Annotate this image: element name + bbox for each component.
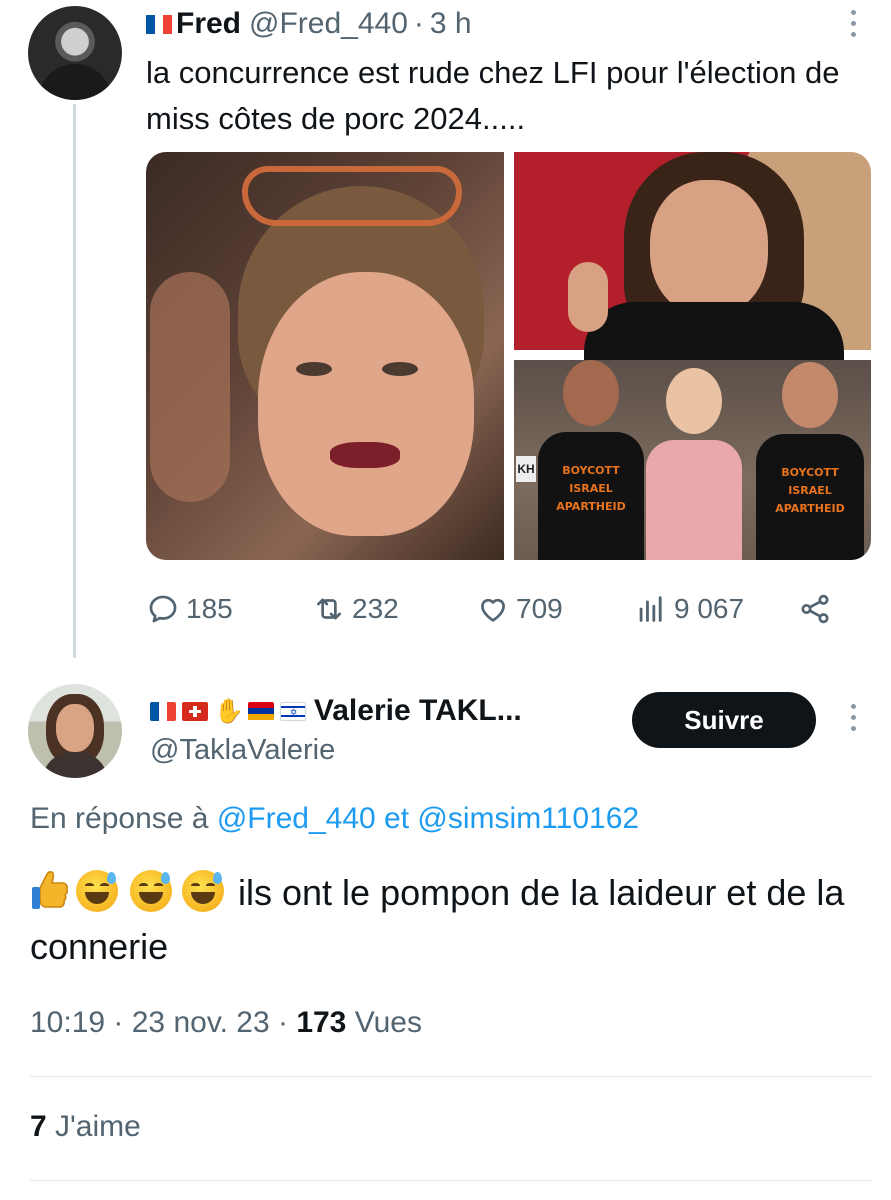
media-grid[interactable]: KH BOYCOTT ISRAEL APARTHEID BOYCOTT ISRA… <box>146 152 871 560</box>
retweet-icon <box>317 598 341 620</box>
france-flag-icon <box>150 701 176 721</box>
views-icon <box>639 596 662 622</box>
shirt-text: ISRAEL <box>788 484 832 497</box>
retweet-button[interactable]: 232 <box>312 584 399 634</box>
heart-icon <box>481 598 505 622</box>
display-name[interactable]: Fred <box>176 7 241 41</box>
views-label: Vues <box>354 1006 422 1039</box>
separator-dot: · <box>413 7 424 40</box>
share-icon <box>801 594 829 624</box>
timestamp[interactable]: 3 h <box>430 7 472 41</box>
reply-context: En réponse à @Fred_440 et @simsim110162 <box>30 802 639 836</box>
mention-link[interactable]: @simsim110162 <box>417 802 639 835</box>
likes-count: 7 <box>30 1110 47 1143</box>
shirt-text: APARTHEID <box>775 502 845 515</box>
tweet-date[interactable]: 23 nov. 23 <box>132 1006 270 1039</box>
shirt-text: ISRAEL <box>569 482 613 495</box>
mention-link[interactable]: @Fred_440 <box>217 802 376 835</box>
avatar[interactable] <box>28 6 122 100</box>
person-right: BOYCOTT ISRAEL APARTHEID <box>756 362 864 560</box>
raised-hands-icon: ✋ <box>214 697 244 725</box>
share-button[interactable] <box>798 584 838 634</box>
israel-flag-icon: ✡ <box>279 701 306 721</box>
tweet-header: ✋ ✡ Valerie TAKL... <box>150 690 522 732</box>
armenia-flag-icon <box>247 701 274 721</box>
france-flag-icon <box>146 14 173 34</box>
parent-tweet[interactable]: Fred @Fred_440 · 3 h la concurrence est … <box>0 0 891 662</box>
divider <box>30 1076 871 1077</box>
person-middle <box>646 368 742 560</box>
person-left: BOYCOTT ISRAEL APARTHEID <box>538 360 644 560</box>
reply-to-prefix: En réponse à <box>30 802 209 835</box>
follow-button[interactable]: Suivre <box>632 692 816 748</box>
display-name[interactable]: Valerie TAKL... <box>314 694 522 728</box>
user-handle[interactable]: @Fred_440 <box>249 7 408 41</box>
more-options-icon[interactable] <box>846 10 860 44</box>
reply-button[interactable]: 185 <box>146 584 233 634</box>
more-options-icon[interactable] <box>846 704 860 738</box>
reply-icon <box>149 595 177 623</box>
divider <box>30 1180 871 1181</box>
retweet-count: 232 <box>352 593 399 624</box>
tweet-text: ils ont le pompon de la laideur et de la… <box>30 872 845 967</box>
shirt-text: BOYCOTT <box>781 466 839 479</box>
reply-count: 185 <box>186 593 233 624</box>
tweet-text: la concurrence est rude chez LFI pour l'… <box>146 55 840 136</box>
tweet-header: Fred @Fred_440 · 3 h <box>146 4 472 44</box>
likes-summary[interactable]: 7 J'aime <box>30 1110 141 1144</box>
switzerland-flag-icon <box>182 701 208 721</box>
media-photo-3[interactable]: KH BOYCOTT ISRAEL APARTHEID BOYCOTT ISRA… <box>514 360 871 560</box>
like-count: 709 <box>516 593 563 624</box>
tweet-time[interactable]: 10:19 <box>30 1006 105 1039</box>
avatar[interactable] <box>28 684 122 778</box>
media-photo-1[interactable] <box>146 152 504 560</box>
likes-label: J'aime <box>55 1110 141 1143</box>
action-bar: 185 232 709 9 067 <box>146 584 846 634</box>
shirt-text: BOYCOTT <box>562 464 620 477</box>
thread-line <box>73 104 76 658</box>
tweet-meta: 10:19 · 23 nov. 23 · 173 Vues <box>30 1006 422 1039</box>
views-button[interactable]: 9 067 <box>634 584 744 634</box>
views-count: 173 <box>296 1006 347 1039</box>
media-photo-2[interactable] <box>514 152 871 362</box>
reply-to-and: et <box>384 802 410 835</box>
sign-text: KH <box>516 456 536 482</box>
shirt-text: APARTHEID <box>556 500 626 513</box>
like-button[interactable]: 709 <box>476 584 563 634</box>
user-handle[interactable]: @TaklaValerie <box>150 734 335 767</box>
views-count: 9 067 <box>674 593 745 624</box>
